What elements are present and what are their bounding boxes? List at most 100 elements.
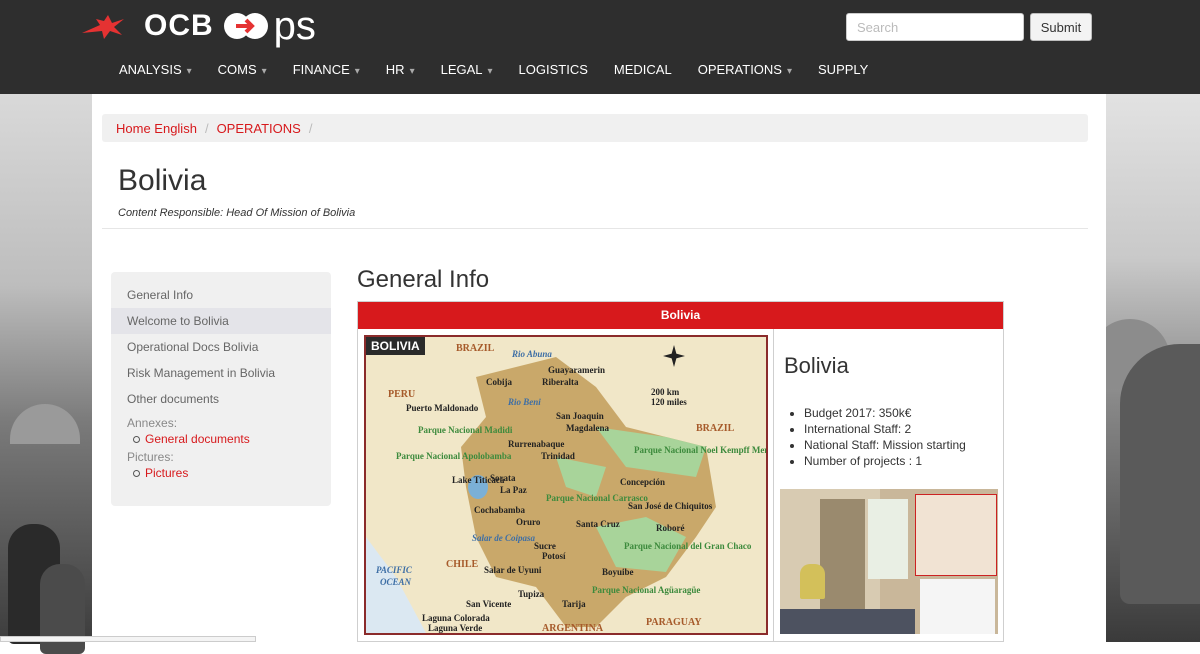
info-cell: Bolivia Budget 2017: 350k€ International… xyxy=(774,329,1003,641)
general-documents-link[interactable]: General documents xyxy=(145,432,250,446)
menu-item-finance[interactable]: FINANCE ▾ xyxy=(293,62,360,77)
background-photo-left xyxy=(0,94,92,654)
map-title: BOLIVIA xyxy=(366,337,425,355)
map-park-label: Parque Nacional Apolobamba xyxy=(396,451,512,461)
menu-item-label: HR xyxy=(385,62,405,77)
menu-item-coms[interactable]: COMS ▾ xyxy=(218,62,267,77)
msf-logo-icon xyxy=(82,15,124,39)
map-park-label: Parque Nacional Noel Kempff Mercado xyxy=(634,445,768,455)
background-shape xyxy=(10,404,80,444)
map-city-label: Concepción xyxy=(620,477,665,487)
pictures-link[interactable]: Pictures xyxy=(145,466,188,480)
map-city-label: San Vicente xyxy=(466,599,512,609)
map-label-brazil: BRAZIL xyxy=(696,423,735,434)
annexes-label: Annexes: xyxy=(127,416,178,430)
circle-bullet-icon xyxy=(133,435,140,443)
main-content: Home English / OPERATIONS / Bolivia Cont… xyxy=(92,94,1106,642)
sidebar-item-general-info[interactable]: General Info xyxy=(111,282,331,308)
menu-item-label: MEDICAL xyxy=(613,62,672,77)
menu-item-medical[interactable]: MEDICAL xyxy=(614,62,672,77)
menu-item-operations[interactable]: OPERATIONS ▾ xyxy=(698,62,792,77)
sidebar-item-operational-docs[interactable]: Operational Docs Bolivia xyxy=(111,334,331,360)
dropdown-caret-icon: ▾ xyxy=(261,66,267,77)
circle-bullet-icon xyxy=(133,469,140,477)
map-city-label: La Paz xyxy=(500,485,527,495)
map-label-paraguay: PARAGUAY xyxy=(646,617,702,628)
dropdown-caret-icon: ▾ xyxy=(186,66,192,77)
breadcrumb-home[interactable]: Home English xyxy=(116,121,197,136)
map-city-label: Boyuibe xyxy=(602,567,634,577)
country-title: Bolivia xyxy=(784,353,849,378)
menu-item-analysis[interactable]: ANALYSIS ▾ xyxy=(119,62,192,77)
map-city-label: Tarija xyxy=(562,599,586,609)
map-city-label: Sucre xyxy=(534,541,556,551)
side-navigation: General Info Welcome to Bolivia Operatio… xyxy=(111,272,331,506)
mission-photo xyxy=(780,489,998,634)
map-park-label: Parque Nacional Carrasco xyxy=(546,493,648,503)
content-responsible: Content Responsible: Head Of Mission of … xyxy=(118,207,356,219)
site-logo[interactable]: OCB ps xyxy=(78,3,316,48)
map-label-peru: PERU xyxy=(388,389,416,400)
map-city-label: Roboré xyxy=(656,523,685,533)
sidebar-item-welcome[interactable]: Welcome to Bolivia xyxy=(111,308,331,334)
map-scale-miles: 120 miles xyxy=(651,397,687,407)
map-salar-label: Salar de Coipasa xyxy=(472,533,536,543)
pictures-label: Pictures: xyxy=(127,450,174,464)
fact-international-staff: International Staff: 2 xyxy=(804,421,966,437)
map-city-label: Cobija xyxy=(486,377,513,387)
annexes-link-item: General documents xyxy=(111,430,331,446)
info-table: Bolivia BOLIVIA BRAZIL BRAZIL PERU CHILE… xyxy=(357,301,1004,642)
map-label-chile: CHILE xyxy=(446,559,479,570)
menu-item-supply[interactable]: SUPPLY xyxy=(818,62,868,77)
search-input[interactable] xyxy=(846,13,1024,41)
sidebar-item-risk-management[interactable]: Risk Management in Bolivia xyxy=(111,360,331,386)
map-city-label: Magdalena xyxy=(566,423,610,433)
pictures-link-item: Pictures xyxy=(111,464,331,480)
dropdown-caret-icon: ▾ xyxy=(487,66,493,77)
map-park-label: Parque Nacional Madidi xyxy=(418,425,513,435)
facts-list: Budget 2017: 350k€ International Staff: … xyxy=(784,405,966,469)
background-photo-right xyxy=(1090,94,1200,642)
fact-national-staff: National Staff: Mission starting xyxy=(804,437,966,453)
photo-shape xyxy=(800,564,825,599)
logo-text: OCB xyxy=(144,9,214,42)
map-city-label: Guayaramerin xyxy=(548,365,605,375)
menu-item-hr[interactable]: HR ▾ xyxy=(386,62,415,77)
main-menu: ANALYSIS ▾ COMS ▾ FINANCE ▾ HR ▾ LEGAL ▾ LOGISTICS… xyxy=(119,62,894,77)
map-scale-km: 200 km xyxy=(651,387,680,397)
dropdown-caret-icon: ▾ xyxy=(409,66,415,77)
fact-budget: Budget 2017: 350k€ xyxy=(804,405,966,421)
photo-shape xyxy=(915,494,997,576)
map-city-label: San Joaquin xyxy=(556,411,604,421)
map-park-label: Parque Nacional Agüaragüe xyxy=(592,585,701,595)
map-city-label: Santa Cruz xyxy=(576,519,620,529)
section-title: General Info xyxy=(357,266,490,293)
map-city-label: Riberalta xyxy=(542,377,579,387)
map-label-argentina: ARGENTINA xyxy=(542,623,604,634)
map-city-label: Puerto Maldonado xyxy=(406,403,479,413)
menu-item-label: SUPPLY xyxy=(818,62,869,77)
dropdown-caret-icon: ▾ xyxy=(786,66,793,77)
breadcrumb-operations[interactable]: OPERATIONS xyxy=(217,121,301,136)
status-bar xyxy=(0,636,256,642)
table-header: Bolivia xyxy=(358,302,1003,329)
submit-button[interactable]: Submit xyxy=(1030,13,1092,41)
bolivia-map[interactable]: BOLIVIA BRAZIL BRAZIL PERU CHILE ARGENTI… xyxy=(364,335,768,635)
map-city-label: Tupiza xyxy=(518,589,545,599)
map-label-brazil: BRAZIL xyxy=(456,343,495,354)
menu-item-legal[interactable]: LEGAL ▾ xyxy=(441,62,493,77)
sidebar-item-other-documents[interactable]: Other documents xyxy=(111,386,331,412)
map-city-label: Potosí xyxy=(542,551,566,561)
map-lake-label: Lake Titicaca xyxy=(452,475,505,485)
menu-item-label: LOGISTICS xyxy=(518,62,588,77)
background-tent xyxy=(1120,344,1200,604)
menu-item-label: COMS xyxy=(217,62,257,77)
photo-shape xyxy=(868,499,908,579)
divider xyxy=(102,228,1088,229)
map-city-label: Rurrenabaque xyxy=(508,439,565,449)
menu-item-label: FINANCE xyxy=(292,62,350,77)
breadcrumb-separator: / xyxy=(308,120,313,136)
menu-item-logistics[interactable]: LOGISTICS xyxy=(519,62,588,77)
logo-suffix: ps xyxy=(273,3,316,48)
top-navbar: OCB ps Submit ANALYSIS▾COMS▾FINANCE▾HR▾L… xyxy=(0,0,1200,94)
